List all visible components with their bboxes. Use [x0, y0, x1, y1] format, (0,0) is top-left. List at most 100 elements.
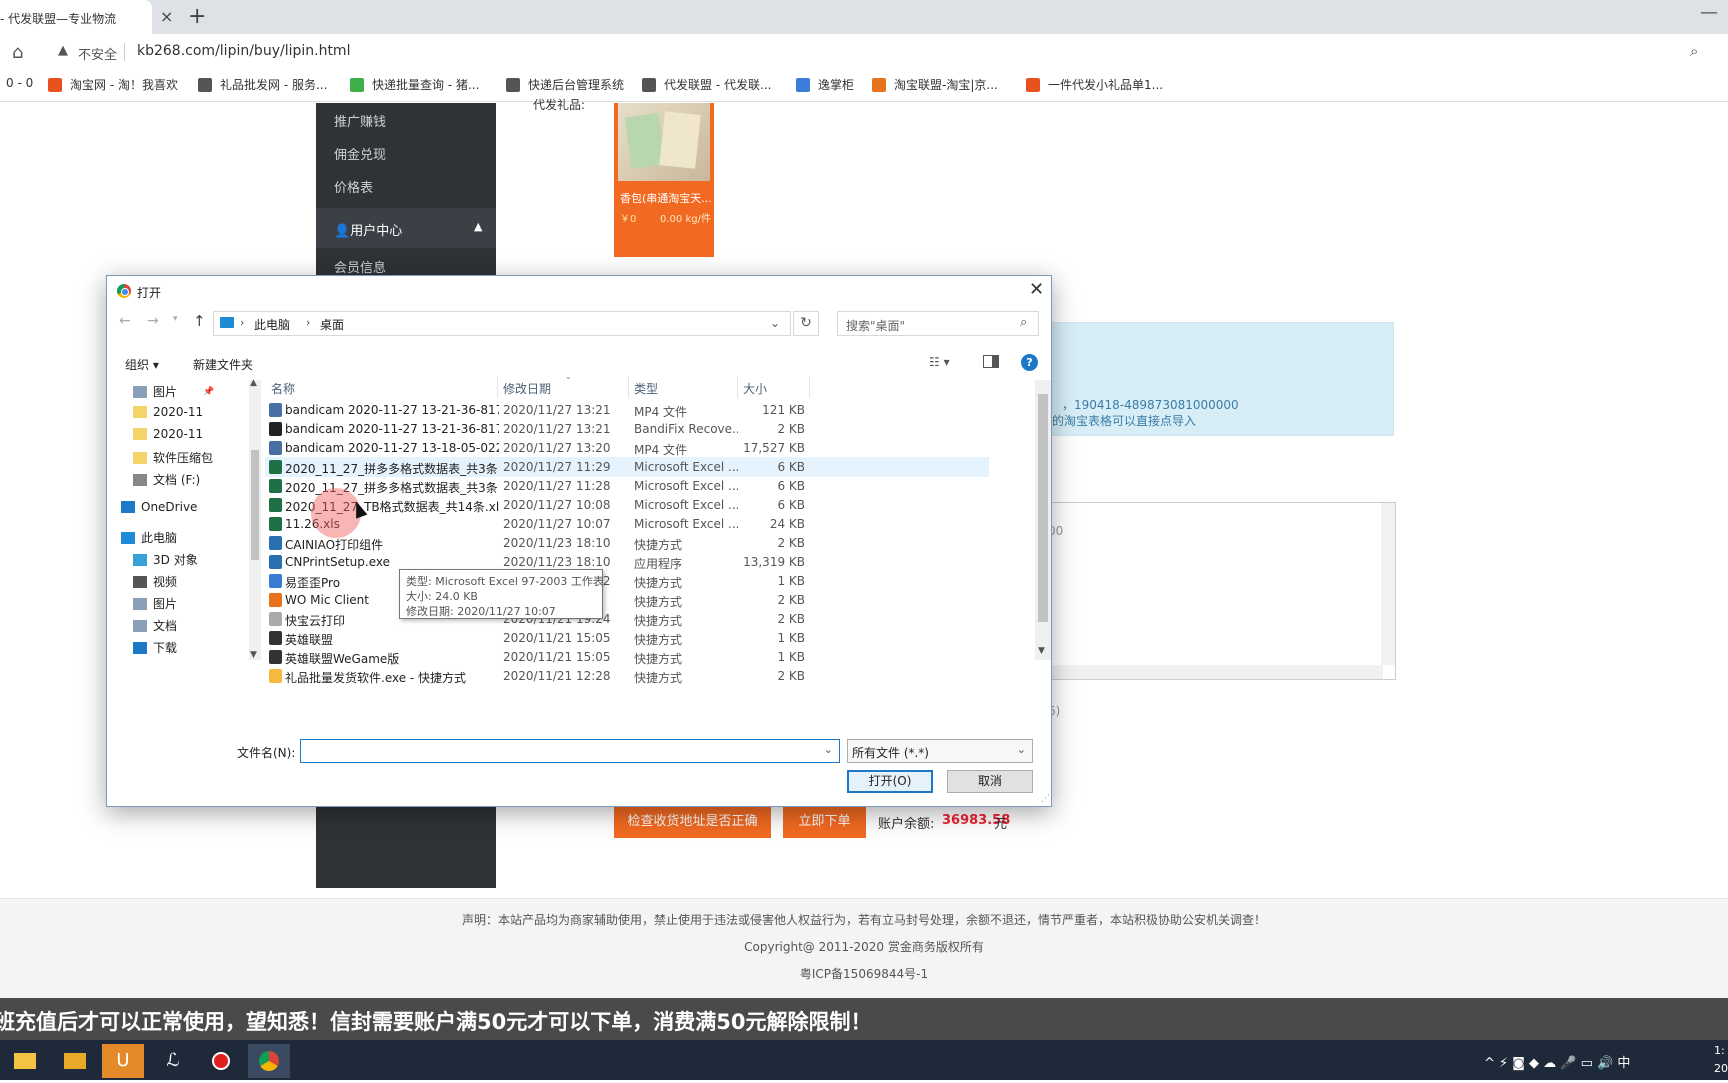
column-type[interactable]: 类型 [634, 380, 658, 397]
search-input[interactable]: 搜索"桌面" ⌕ [837, 311, 1039, 336]
file-row[interactable]: 快宝云打印 2020/11/21 19:24 快捷方式 2 KB [265, 609, 989, 629]
file-row[interactable]: bandicam 2020-11-27 13-21-36-817.... 2020… [265, 419, 989, 439]
filename-input[interactable]: ⌄ [300, 739, 840, 763]
scroll-up-icon[interactable]: ▲ [250, 378, 257, 388]
column-divider[interactable] [497, 376, 498, 398]
tree-item[interactable]: OneDrive [121, 500, 197, 514]
help-icon[interactable]: ? [1021, 354, 1038, 371]
warning-icon[interactable]: ▲ [58, 43, 68, 58]
security-label[interactable]: 不安全 [78, 44, 117, 63]
check-address-button[interactable]: 检查收货地址是否正确 [614, 806, 771, 838]
address-textarea[interactable] [1040, 502, 1396, 680]
textarea-horizontal-scrollbar[interactable] [1041, 665, 1383, 679]
tree-item[interactable]: 3D 对象 [133, 551, 198, 568]
chevron-down-icon[interactable]: ⌄ [824, 743, 833, 756]
cancel-button[interactable]: 取消 [947, 770, 1033, 793]
system-tray[interactable]: ^ ⚡ ◙ ◆ ☁ 🎤 ▭ 🔊 中 [1484, 1052, 1630, 1071]
file-row[interactable]: bandicam 2020-11-27 13-21-36-817.... 2020… [265, 400, 989, 420]
file-explorer-icon[interactable] [4, 1044, 46, 1078]
bookmark-item[interactable]: 淘宝联盟-淘宝|京... [872, 76, 998, 93]
path-bar[interactable]: › 此电脑 › 桌面 ⌄ [213, 311, 791, 336]
file-row[interactable]: CAINIAO打印组件 2020/11/23 18:10 快捷方式 2 KB [265, 533, 989, 553]
file-row[interactable]: 礼品批量发货软件.exe - 快捷方式 2020/11/21 12:28 快捷方式 2… [265, 666, 989, 686]
file-row[interactable]: 英雄联盟WeGame版 2020/11/21 15:05 快捷方式 1 KB [265, 647, 989, 667]
sidebar-item-price-list[interactable]: 价格表 [334, 177, 373, 196]
column-date[interactable]: 修改日期 [503, 380, 551, 397]
window-minimize-icon[interactable]: — [1700, 2, 1718, 23]
browser-tab[interactable]: - 代发联盟—专业物流 [0, 0, 152, 34]
column-name[interactable]: 名称 [271, 380, 295, 397]
forward-arrow-icon[interactable]: → [147, 313, 159, 329]
back-arrow-icon[interactable]: ← [119, 313, 131, 329]
sidebar-item-commission[interactable]: 佣金兑现 [334, 144, 386, 163]
zoom-icon[interactable]: ⌕ [1690, 42, 1698, 60]
bookmark-item[interactable]: 礼品批发网 - 服务... [198, 76, 327, 93]
tree-item[interactable]: 文档 [133, 617, 177, 634]
bookmark-item[interactable]: 一件代发小礼品单1... [1026, 76, 1163, 93]
bookmark-item[interactable]: 淘宝网 - 淘！我喜欢 [48, 76, 178, 93]
open-button[interactable]: 打开(O) [847, 770, 933, 793]
view-options-icon[interactable]: ☷ ▾ [929, 355, 950, 369]
tree-item[interactable]: 图片 [133, 595, 177, 612]
folder-app-icon[interactable] [54, 1044, 96, 1078]
file-type-filter[interactable]: 所有文件 (*.*) ⌄ [847, 739, 1033, 763]
bookmark-item[interactable]: 代发联盟 - 代发联... [642, 76, 771, 93]
product-card[interactable]: 香包(串通淘宝天... ￥0 0.00 kg/件 [614, 103, 714, 257]
home-icon[interactable]: ⌂ [12, 42, 23, 63]
scroll-down-icon[interactable]: ▼ [250, 650, 257, 660]
clock-date[interactable]: 2020 [1714, 1062, 1728, 1075]
tree-item[interactable]: 此电脑 [121, 529, 177, 546]
column-divider[interactable] [628, 376, 629, 398]
path-separator-icon[interactable]: › [306, 316, 310, 329]
clock-time[interactable]: 1: [1714, 1044, 1725, 1057]
file-row[interactable]: 2020_11_27_TB格式数据表_共14条.xlsx 2020/11/27 1… [265, 495, 989, 515]
sidebar-item-promote[interactable]: 推广赚钱 [334, 111, 386, 130]
close-icon[interactable]: ✕ [1029, 279, 1044, 300]
scroll-down-icon[interactable]: ▼ [1038, 646, 1045, 656]
organize-menu[interactable]: 组织 ▾ [125, 356, 159, 373]
file-row[interactable]: 英雄联盟 2020/11/21 15:05 快捷方式 1 KB [265, 628, 989, 648]
app-u-icon[interactable]: U [102, 1044, 144, 1078]
tree-item[interactable]: 2020-11 [133, 427, 203, 441]
sidebar-item-user-center[interactable]: 👤用户中心 ▲ [316, 208, 496, 248]
preview-pane-icon[interactable] [983, 355, 999, 368]
file-row[interactable]: 11.26.xls 2020/11/27 10:07 Microsoft Excel… [265, 514, 989, 534]
recent-locations-icon[interactable]: ▾ [173, 314, 178, 324]
file-row[interactable]: CNPrintSetup.exe 2020/11/23 18:10 应用程序 13,3… [265, 552, 989, 572]
tree-item[interactable]: 文档 (F:) [133, 471, 200, 488]
chrome-icon[interactable] [248, 1044, 290, 1078]
url-text[interactable]: kb268.com/lipin/buy/lipin.html [137, 43, 350, 59]
tree-item[interactable]: 图片 📌 [133, 383, 214, 400]
bookmark-item[interactable]: 0 - 0 [6, 76, 33, 90]
bookmark-item[interactable]: 逸掌柜 [796, 76, 854, 93]
new-tab-icon[interactable]: + [188, 4, 206, 29]
file-row[interactable]: WO Mic Client2020/11/22 0:36快捷方式2 KB [265, 590, 989, 610]
tree-item[interactable]: 视频 [133, 573, 177, 590]
file-row[interactable]: 2020_11_27_拼多多格式数据表_共3条.xl... 2020/11/27 … [265, 476, 989, 496]
column-divider[interactable] [737, 376, 738, 398]
textarea-vertical-scrollbar[interactable] [1381, 503, 1395, 665]
resize-grip-icon[interactable]: ⋰ [1041, 794, 1050, 804]
bookmark-item[interactable]: 快递后台管理系统 [506, 76, 624, 93]
file-list-scrollbar[interactable]: ▼ [1035, 380, 1051, 660]
up-arrow-icon[interactable]: ↑ [193, 312, 206, 330]
order-button[interactable]: 立即下单 [783, 806, 866, 838]
lol-taskbar-icon[interactable]: ℒ [152, 1044, 194, 1078]
footer-icp[interactable]: 粤ICP备15069844号-1 [0, 965, 1728, 982]
record-icon[interactable] [200, 1044, 242, 1078]
tree-item[interactable]: 软件压缩包 [133, 449, 213, 466]
bookmark-item[interactable]: 快递批量查询 - 猪... [350, 76, 479, 93]
sidebar-item-member-info[interactable]: 会员信息 [334, 257, 386, 276]
breadcrumb-this-pc[interactable]: 此电脑 [254, 316, 290, 333]
column-divider[interactable] [809, 376, 810, 398]
refresh-icon[interactable]: ↻ [793, 311, 819, 336]
file-row[interactable]: bandicam 2020-11-27 13-18-05-022.... 2020… [265, 438, 989, 458]
file-list-scroll-thumb[interactable] [1038, 394, 1048, 622]
file-row[interactable]: 2020_11_27_拼多多格式数据表_共3条 (... 2020/11/27 1… [265, 457, 989, 477]
file-row[interactable]: 易歪歪Pro2020/11/23 17:02快捷方式1 KB [265, 571, 989, 591]
tab-close-icon[interactable]: × [160, 7, 173, 26]
tree-scroll-thumb[interactable] [251, 450, 259, 560]
chevron-down-icon[interactable]: ⌄ [770, 316, 780, 330]
path-separator-icon[interactable]: › [240, 316, 244, 329]
breadcrumb-desktop[interactable]: 桌面 [320, 316, 344, 333]
